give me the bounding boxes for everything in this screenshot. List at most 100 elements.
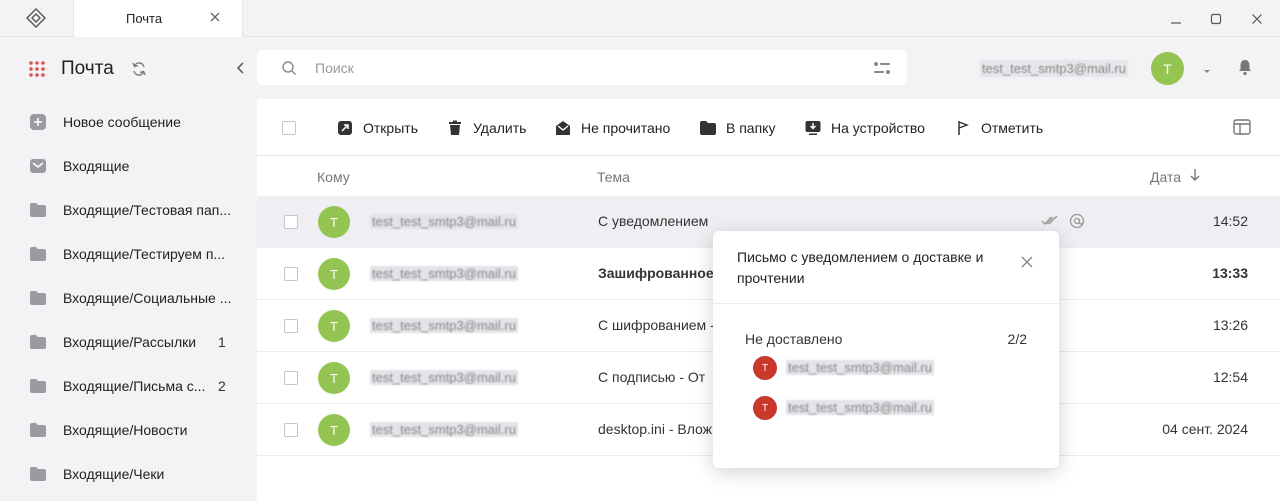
sidebar-item-label: Новое сообщение — [63, 114, 181, 130]
chevron-down-icon[interactable] — [1202, 63, 1212, 73]
refresh-icon[interactable] — [131, 61, 147, 77]
layout-icon[interactable] — [1233, 119, 1251, 135]
toolbar: Открыть Удалить Не прочитано В папку На … — [257, 99, 1280, 156]
search-input[interactable] — [315, 58, 815, 78]
tab-label: Почта — [126, 11, 163, 26]
plus-icon — [30, 114, 46, 130]
filter-icon[interactable] — [873, 60, 891, 76]
at-sign-icon — [1069, 213, 1087, 229]
sidebar-header: Почта — [0, 37, 257, 99]
flag-button[interactable]: Отметить — [955, 99, 1043, 156]
user-avatar[interactable]: T — [1151, 52, 1184, 85]
title-bar: Почта — [0, 0, 1280, 37]
open-icon — [337, 120, 353, 136]
sidebar-item-label: Входящие/Социальные ... — [63, 290, 232, 306]
folder-icon — [30, 290, 46, 306]
apps-grid-icon[interactable] — [28, 60, 46, 78]
row-checkbox[interactable] — [284, 215, 298, 229]
subject: Зашифрованное п — [598, 265, 726, 281]
date: 13:26 — [1212, 317, 1248, 333]
sidebar-item-folder[interactable]: Входящие/Рассылки 1 — [0, 320, 257, 364]
envelope-open-icon — [555, 120, 571, 136]
search-icon — [281, 60, 297, 76]
sort-down-icon[interactable] — [1189, 168, 1201, 185]
row-checkbox[interactable] — [284, 267, 298, 281]
recipient: test_test_smtp3@mail.ru — [370, 370, 518, 385]
list-item: T test_test_smtp3@mail.ru — [753, 356, 1013, 380]
app-logo-icon — [22, 7, 50, 29]
avatar: T — [753, 396, 777, 420]
collapse-sidebar-icon[interactable] — [234, 61, 248, 75]
sidebar-title: Почта — [61, 58, 114, 79]
folder-icon — [30, 378, 46, 394]
avatar: T — [318, 310, 350, 342]
subject: С подписью - От — [598, 369, 706, 385]
close-tab-icon[interactable] — [208, 10, 222, 24]
sidebar-item-folder[interactable]: Входящие/Письма с... 2 — [0, 364, 257, 408]
delete-button[interactable]: Удалить — [447, 99, 526, 156]
maximize-icon[interactable] — [1206, 9, 1226, 29]
recipient: test_test_smtp3@mail.ru — [370, 422, 518, 437]
folder-icon — [30, 246, 46, 262]
sidebar-item-folder[interactable]: Входящие/Чеки — [0, 452, 257, 496]
avatar: T — [318, 362, 350, 394]
column-to[interactable]: Кому — [317, 169, 350, 185]
recipient: test_test_smtp3@mail.ru — [370, 214, 518, 229]
tab-mail[interactable]: Почта — [73, 0, 243, 37]
sidebar-item-label: Входящие/Рассылки — [63, 334, 197, 350]
download-icon — [805, 120, 821, 136]
close-window-icon[interactable] — [1247, 9, 1267, 29]
sidebar-item-inbox[interactable]: Входящие — [0, 144, 257, 188]
subject: desktop.ini - Влож — [598, 421, 713, 437]
user-email[interactable]: test_test_smtp3@mail.ru — [980, 60, 1128, 77]
sidebar-item-folder[interactable]: Входящие/Тестируем п... — [0, 232, 257, 276]
sidebar-item-folder[interactable]: Входящие/Новости — [0, 408, 257, 452]
delivery-status-popup: Письмо с уведомлением о доставке и прочт… — [713, 231, 1059, 468]
double-check-icon — [1041, 213, 1059, 229]
subject: С уведомлением — [598, 213, 709, 229]
sidebar-item-label: Входящие/Тестируем п... — [63, 246, 226, 262]
sidebar-item-label: Входящие/Чеки — [63, 466, 165, 482]
trash-icon — [447, 120, 463, 136]
open-label: Открыть — [363, 119, 418, 136]
download-to-device-label: На устройство — [831, 119, 925, 136]
close-icon[interactable] — [1020, 255, 1034, 269]
delivery-status: Не доставлено — [745, 331, 843, 347]
move-to-folder-label: В папку — [726, 119, 776, 136]
minimize-icon[interactable] — [1166, 9, 1186, 29]
mark-unread-button[interactable]: Не прочитано — [555, 99, 670, 156]
column-subject[interactable]: Тема — [597, 169, 630, 185]
folder-icon — [30, 422, 46, 438]
popup-title: Письмо с уведомлением о доставке и прочт… — [737, 249, 984, 286]
subject: С шифрованием - — [598, 317, 715, 333]
search-box[interactable] — [257, 50, 907, 85]
move-to-folder-button[interactable]: В папку — [700, 99, 775, 156]
sidebar-item-label: Входящие/Новости — [63, 422, 188, 438]
unread-count: 2 — [218, 378, 226, 394]
column-date[interactable]: Дата — [1150, 169, 1181, 185]
date: 13:33 — [1212, 265, 1248, 281]
folder-icon — [30, 334, 46, 350]
row-checkbox[interactable] — [284, 423, 298, 437]
sidebar-item-new-message[interactable]: Новое сообщение — [0, 100, 257, 144]
sidebar-item-folder[interactable]: Входящие/Социальные ... — [0, 276, 257, 320]
sidebar-item-label: Входящие — [63, 158, 130, 174]
column-headers: Кому Тема Дата — [257, 156, 1280, 196]
date: 12:54 — [1212, 369, 1248, 385]
open-button[interactable]: Открыть — [337, 99, 418, 156]
recipient-email: test_test_smtp3@mail.ru — [786, 360, 934, 375]
avatar: T — [318, 414, 350, 446]
row-checkbox[interactable] — [284, 371, 298, 385]
avatar: T — [753, 356, 777, 380]
folder-icon — [30, 202, 46, 218]
recipient-email: test_test_smtp3@mail.ru — [786, 400, 934, 415]
bell-icon[interactable] — [1236, 58, 1254, 76]
delete-label: Удалить — [473, 119, 527, 136]
delivery-count: 2/2 — [1007, 331, 1027, 347]
download-to-device-button[interactable]: На устройство — [805, 99, 925, 156]
row-checkbox[interactable] — [284, 319, 298, 333]
sidebar-item-folder[interactable]: Входящие/Тестовая пап... — [0, 188, 257, 232]
select-all-checkbox[interactable] — [282, 121, 296, 135]
folder-icon — [30, 466, 46, 482]
avatar: T — [318, 258, 350, 290]
